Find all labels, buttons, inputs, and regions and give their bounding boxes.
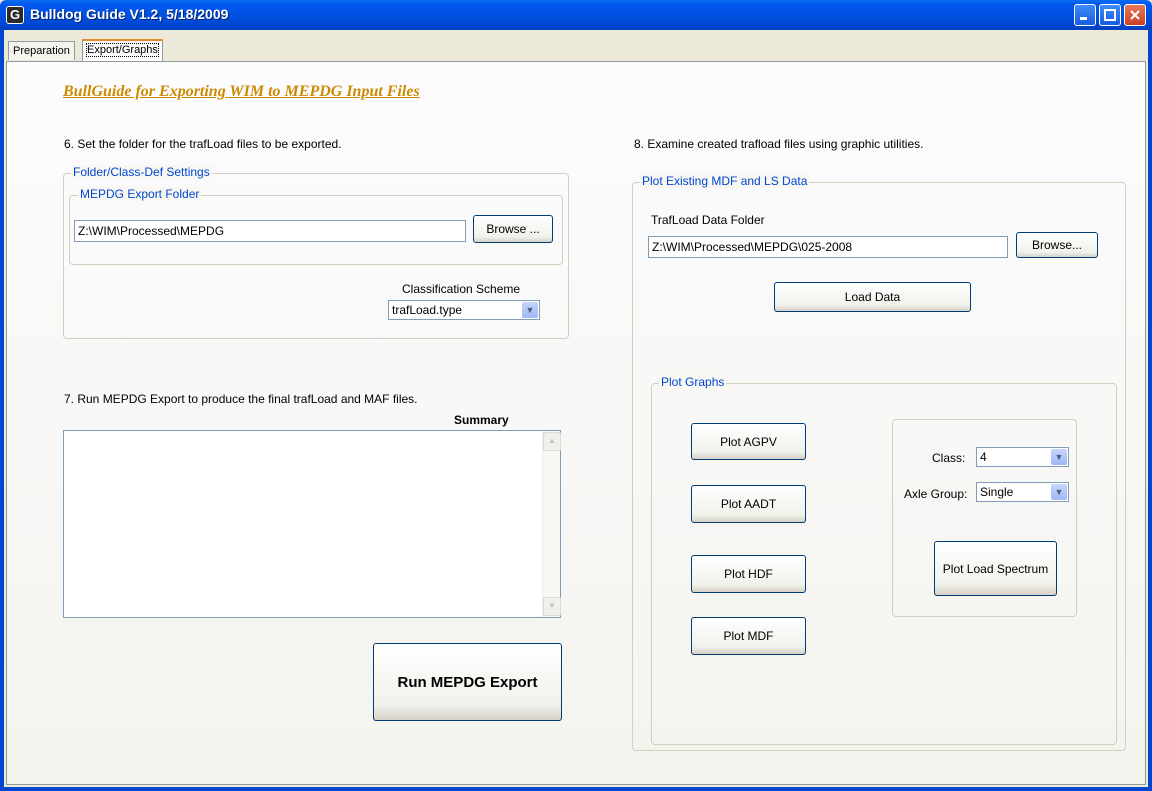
tab-strip bbox=[4, 30, 1148, 62]
class-label: Class: bbox=[932, 451, 966, 465]
minimize-button[interactable] bbox=[1074, 4, 1096, 26]
close-icon bbox=[1130, 10, 1140, 20]
step7-instruction: 7. Run MEPDG Export to produce the final… bbox=[64, 392, 418, 406]
summary-textarea[interactable]: ▲ ▼ bbox=[63, 430, 561, 618]
class-select[interactable]: 4 ▼ bbox=[976, 447, 1069, 467]
load-data-button[interactable]: Load Data bbox=[774, 282, 971, 312]
summary-label: Summary bbox=[454, 413, 509, 427]
chevron-down-icon[interactable]: ▼ bbox=[522, 302, 538, 318]
tab-export-graphs[interactable]: Export/Graphs bbox=[82, 39, 163, 61]
tab-label: Preparation bbox=[13, 45, 70, 57]
plot-graphs-legend: Plot Graphs bbox=[659, 375, 727, 389]
axle-group-select[interactable]: Single ▼ bbox=[976, 482, 1069, 502]
folder-settings-legend: Folder/Class-Def Settings bbox=[71, 165, 212, 179]
plot-existing-legend: Plot Existing MDF and LS Data bbox=[640, 174, 810, 188]
window-title: Bulldog Guide V1.2, 5/18/2009 bbox=[30, 6, 229, 22]
maximize-button[interactable] bbox=[1099, 4, 1121, 26]
trafload-folder-label: TrafLoad Data Folder bbox=[651, 213, 765, 227]
tab-label: Export/Graphs bbox=[86, 43, 159, 57]
plot-hdf-button[interactable]: Plot HDF bbox=[691, 555, 806, 593]
close-button[interactable] bbox=[1124, 4, 1146, 26]
classification-scheme-select[interactable]: trafLoad.type ▼ bbox=[388, 300, 540, 320]
plot-load-spectrum-button[interactable]: Plot Load Spectrum bbox=[934, 541, 1057, 596]
export-folder-input[interactable]: Z:\WIM\Processed\MEPDG bbox=[74, 220, 466, 242]
scroll-up-icon[interactable]: ▲ bbox=[543, 432, 561, 451]
browse-export-folder-button[interactable]: Browse ... bbox=[473, 215, 553, 243]
tab-preparation[interactable]: Preparation bbox=[8, 41, 75, 60]
run-mepdg-export-button[interactable]: Run MEPDG Export bbox=[373, 643, 562, 721]
axle-group-label: Axle Group: bbox=[904, 487, 968, 501]
minimize-icon bbox=[1080, 17, 1087, 20]
export-folder-legend: MEPDG Export Folder bbox=[78, 187, 202, 201]
app-icon: G bbox=[6, 6, 24, 24]
axle-group-value: Single bbox=[980, 485, 1014, 499]
classification-scheme-value: trafLoad.type bbox=[392, 303, 463, 317]
plot-mdf-button[interactable]: Plot MDF bbox=[691, 617, 806, 655]
chevron-down-icon[interactable]: ▼ bbox=[1051, 484, 1067, 500]
scroll-down-icon[interactable]: ▼ bbox=[543, 597, 561, 616]
window-frame-right bbox=[1148, 30, 1152, 791]
step8-instruction: 8. Examine created trafload files using … bbox=[634, 137, 924, 151]
trafload-folder-input[interactable]: Z:\WIM\Processed\MEPDG\025-2008 bbox=[648, 236, 1008, 258]
plot-aadt-button[interactable]: Plot AADT bbox=[691, 485, 806, 523]
browse-trafload-folder-button[interactable]: Browse... bbox=[1016, 232, 1098, 258]
classification-scheme-label: Classification Scheme bbox=[402, 282, 521, 296]
page-heading: BullGuide for Exporting WIM to MEPDG Inp… bbox=[63, 83, 420, 100]
plot-agpv-button[interactable]: Plot AGPV bbox=[691, 423, 806, 460]
window-frame-bottom bbox=[0, 787, 1152, 791]
step6-instruction: 6. Set the folder for the trafLoad files… bbox=[64, 137, 342, 151]
summary-scrollbar[interactable]: ▲ ▼ bbox=[542, 431, 561, 617]
chevron-down-icon[interactable]: ▼ bbox=[1051, 449, 1067, 465]
window-frame-left bbox=[0, 30, 4, 791]
class-value: 4 bbox=[980, 450, 987, 464]
maximize-icon bbox=[1104, 9, 1116, 21]
